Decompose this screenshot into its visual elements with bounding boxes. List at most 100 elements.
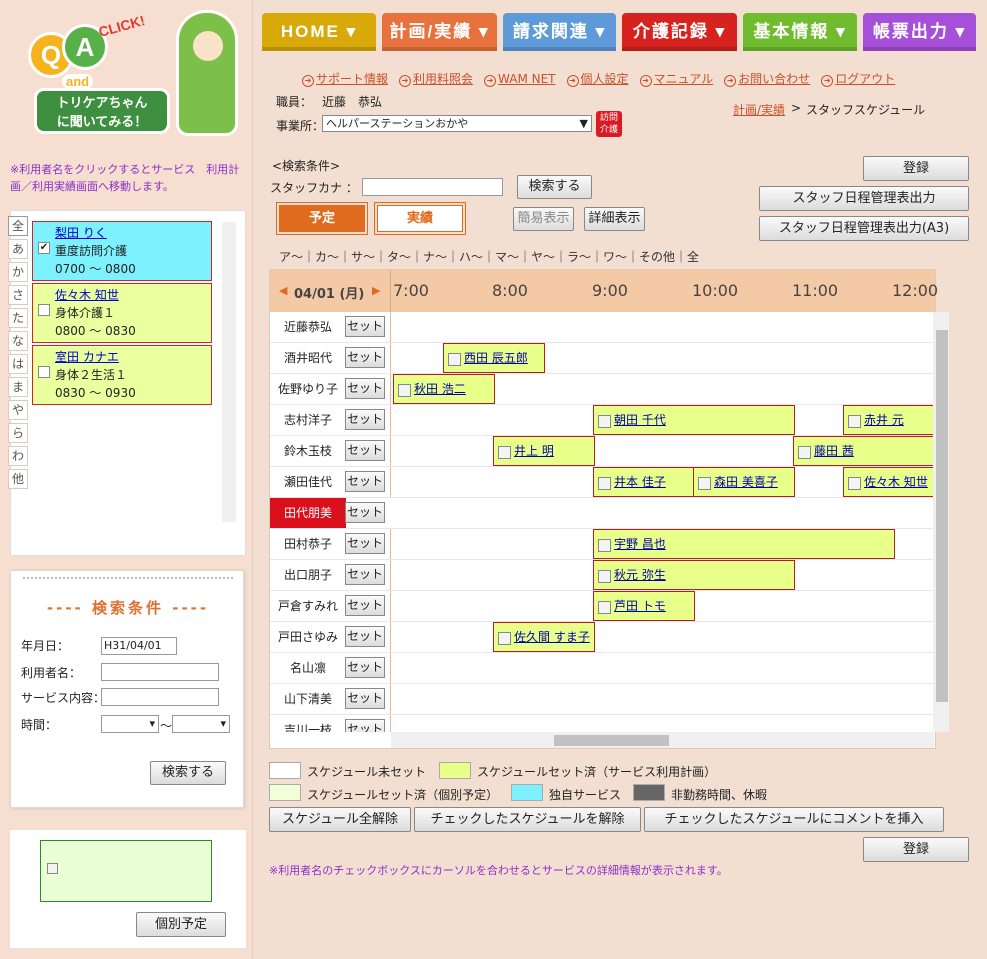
kana-tab[interactable]: た	[8, 308, 28, 328]
hour-label: 12:00	[892, 281, 939, 300]
sidebar-search-button[interactable]: 検索する	[150, 761, 226, 785]
user-checkbox[interactable]	[38, 304, 50, 316]
staff-name-cell: 志村洋子	[270, 405, 346, 435]
staff-schedule-export-a3-button[interactable]: スタッフ日程管理表出力(A3)	[759, 216, 969, 241]
schedule-event[interactable]: 宇野 昌也	[593, 529, 895, 559]
register-button-top[interactable]: 登録	[863, 156, 969, 181]
set-button[interactable]: セット	[345, 688, 385, 709]
kana-tab[interactable]: や	[8, 400, 28, 420]
set-button[interactable]: セット	[345, 502, 385, 523]
link-contact[interactable]: ➜ お問い合わせ	[724, 70, 810, 87]
user-list-scrollbar[interactable]	[222, 222, 236, 522]
set-button[interactable]: セット	[345, 719, 385, 732]
clear-checked-schedule-button[interactable]: チェックしたスケジュールを解除	[414, 807, 641, 832]
kana-tab[interactable]: 他	[8, 469, 28, 489]
grid-horizontal-scrollbar[interactable]	[391, 732, 934, 748]
nav-plan-result[interactable]: 計画/実績 ▾	[382, 13, 497, 51]
user-card[interactable]: ✔ 梨田 りく 重度訪問介護 0700 ～ 0800	[32, 221, 212, 281]
h-scroll-thumb[interactable]	[554, 735, 669, 746]
set-button[interactable]: セット	[345, 440, 385, 461]
staff-search-button[interactable]: 検索する	[517, 175, 592, 199]
qa-logo[interactable]: Q A CLICK! and トリケアちゃん に聞いてみる！	[28, 10, 240, 140]
link-manual[interactable]: ➜ マニュアル	[639, 70, 713, 87]
kana-filter[interactable]: ア～｜カ～｜サ～｜タ～｜ナ～｜ハ～｜マ～｜ヤ～｜ラ～｜ワ～｜その他｜全	[279, 248, 699, 265]
set-button[interactable]: セット	[345, 657, 385, 678]
nav-report-output[interactable]: 帳票出力 ▾	[863, 13, 976, 51]
individual-checkbox[interactable]	[47, 863, 58, 874]
schedule-event[interactable]: 森田 美喜子	[693, 467, 795, 497]
plan-toggle-button[interactable]: 予定	[279, 205, 365, 232]
schedule-event[interactable]: 藤田 茜	[793, 436, 935, 466]
kana-tab[interactable]: 全	[8, 216, 28, 236]
staff-label: 職員：	[276, 95, 313, 109]
kana-tab[interactable]: ら	[8, 423, 28, 443]
staff-schedule-export-button[interactable]: スタッフ日程管理表出力	[759, 186, 969, 211]
grid-vertical-scrollbar[interactable]	[933, 312, 949, 732]
staff-kana-input[interactable]	[362, 178, 503, 196]
link-settings[interactable]: ➜ 個人設定	[566, 70, 629, 87]
kana-tab[interactable]: な	[8, 331, 28, 351]
individual-schedule-box[interactable]	[40, 840, 212, 902]
schedule-event[interactable]: 井本 佳子	[593, 467, 695, 497]
staff-row: 鈴木玉枝 セット 井上 明 藤田 茜	[270, 436, 935, 467]
set-button[interactable]: セット	[345, 595, 385, 616]
clear-all-schedule-button[interactable]: スケジュール全解除	[269, 807, 411, 832]
time-to-select[interactable]: ▾	[172, 715, 230, 733]
link-fee[interactable]: ➜ 利用料照会	[399, 70, 473, 87]
schedule-event[interactable]: 秋元 弥生	[593, 560, 795, 590]
user-name-link[interactable]: 梨田 りく	[55, 224, 211, 242]
kana-tab[interactable]: は	[8, 354, 28, 374]
simple-view-button[interactable]: 簡易表示	[513, 207, 574, 231]
result-toggle-button[interactable]: 実績	[377, 205, 463, 232]
user-checkbox[interactable]: ✔	[38, 242, 50, 254]
set-button[interactable]: セット	[345, 316, 385, 337]
schedule-event[interactable]: 西田 辰五郎	[443, 343, 545, 373]
insert-comment-button[interactable]: チェックしたスケジュールにコメントを挿入	[644, 807, 944, 832]
schedule-event[interactable]: 芦田 トモ	[593, 591, 695, 621]
kana-tab[interactable]: あ	[8, 239, 28, 259]
service-input[interactable]	[101, 688, 219, 706]
kana-tab[interactable]: さ	[8, 285, 28, 305]
set-button[interactable]: セット	[345, 471, 385, 492]
next-day-icon[interactable]: ▶	[372, 284, 380, 297]
set-button[interactable]: セット	[345, 347, 385, 368]
staff-name-cell: 佐野ゆり子	[270, 374, 346, 404]
staff-name-cell: 近藤恭弘	[270, 312, 346, 342]
user-card[interactable]: 佐々木 知世 身体介護１ 0800 ～ 0830	[32, 283, 212, 343]
kana-tab[interactable]: わ	[8, 446, 28, 466]
schedule-event[interactable]: 佐久間 すま子	[493, 622, 595, 652]
prev-day-icon[interactable]: ◀	[279, 284, 287, 297]
schedule-event[interactable]: 秋田 浩二	[393, 374, 495, 404]
kana-tab[interactable]: か	[8, 262, 28, 282]
nav-basic-info[interactable]: 基本情報 ▾	[743, 13, 857, 51]
schedule-event[interactable]: 井上 明	[493, 436, 595, 466]
set-button[interactable]: セット	[345, 626, 385, 647]
individual-schedule-button[interactable]: 個別予定	[136, 912, 226, 937]
user-name-input[interactable]	[101, 663, 219, 681]
schedule-event[interactable]: 朝田 千代	[593, 405, 795, 435]
schedule-event[interactable]: 佐々木 知世	[843, 467, 935, 497]
nav-home[interactable]: HOME ▾	[262, 13, 376, 51]
kana-tab[interactable]: ま	[8, 377, 28, 397]
user-card[interactable]: 室田 カナエ 身体２生活１ 0830 ～ 0930	[32, 345, 212, 405]
schedule-event[interactable]: 赤井 元	[843, 405, 935, 435]
set-button[interactable]: セット	[345, 564, 385, 585]
date-input[interactable]: H31/04/01	[101, 637, 177, 655]
set-button[interactable]: セット	[345, 409, 385, 430]
link-support[interactable]: ➜ サポート情報	[302, 70, 388, 87]
nav-care-record[interactable]: 介護記録 ▾	[622, 13, 737, 51]
register-button-bottom[interactable]: 登録	[863, 837, 969, 862]
office-select[interactable]: ヘルパーステーションおかや ▼	[322, 115, 592, 132]
nav-billing[interactable]: 請求関連 ▾	[503, 13, 616, 51]
user-name-link[interactable]: 佐々木 知世	[55, 286, 211, 304]
user-checkbox[interactable]	[38, 366, 50, 378]
breadcrumb-link[interactable]: 計画/実績	[733, 101, 785, 118]
detail-view-button[interactable]: 詳細表示	[584, 207, 645, 231]
time-from-select[interactable]: ▾	[101, 715, 159, 733]
v-scroll-thumb[interactable]	[936, 330, 948, 702]
link-logout[interactable]: ➜ ログアウト	[821, 70, 895, 87]
user-name-link[interactable]: 室田 カナエ	[55, 348, 211, 366]
set-button[interactable]: セット	[345, 378, 385, 399]
link-wamnet[interactable]: ➜ WAM NET	[484, 72, 556, 87]
set-button[interactable]: セット	[345, 533, 385, 554]
